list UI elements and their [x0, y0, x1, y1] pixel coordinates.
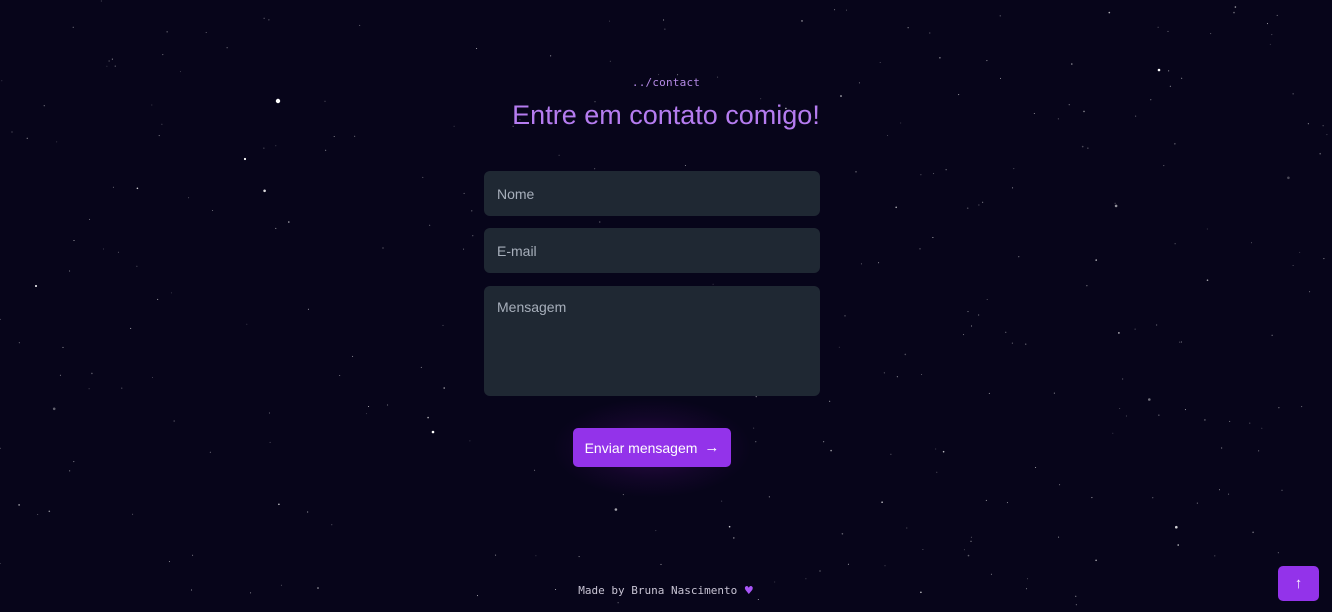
scroll-to-top-button[interactable]: ↑ — [1278, 566, 1319, 601]
footer-made-by: Made by — [578, 584, 625, 597]
page-title: Entre em contato comigo! — [512, 100, 820, 130]
message-field[interactable] — [484, 286, 820, 396]
email-field[interactable] — [484, 228, 820, 273]
footer-author: Bruna Nascimento — [631, 584, 738, 597]
send-message-button[interactable]: Enviar mensagem → — [573, 428, 731, 467]
arrow-right-icon: → — [704, 439, 720, 456]
send-message-label: Enviar mensagem — [584, 439, 698, 456]
breadcrumb: ../contact — [631, 76, 701, 89]
footer: Made by Bruna Nascimento ♥ — [0, 584, 1332, 597]
arrow-up-icon: ↑ — [1294, 575, 1303, 592]
name-field[interactable] — [484, 171, 820, 216]
heart-icon: ♥ — [743, 584, 754, 597]
